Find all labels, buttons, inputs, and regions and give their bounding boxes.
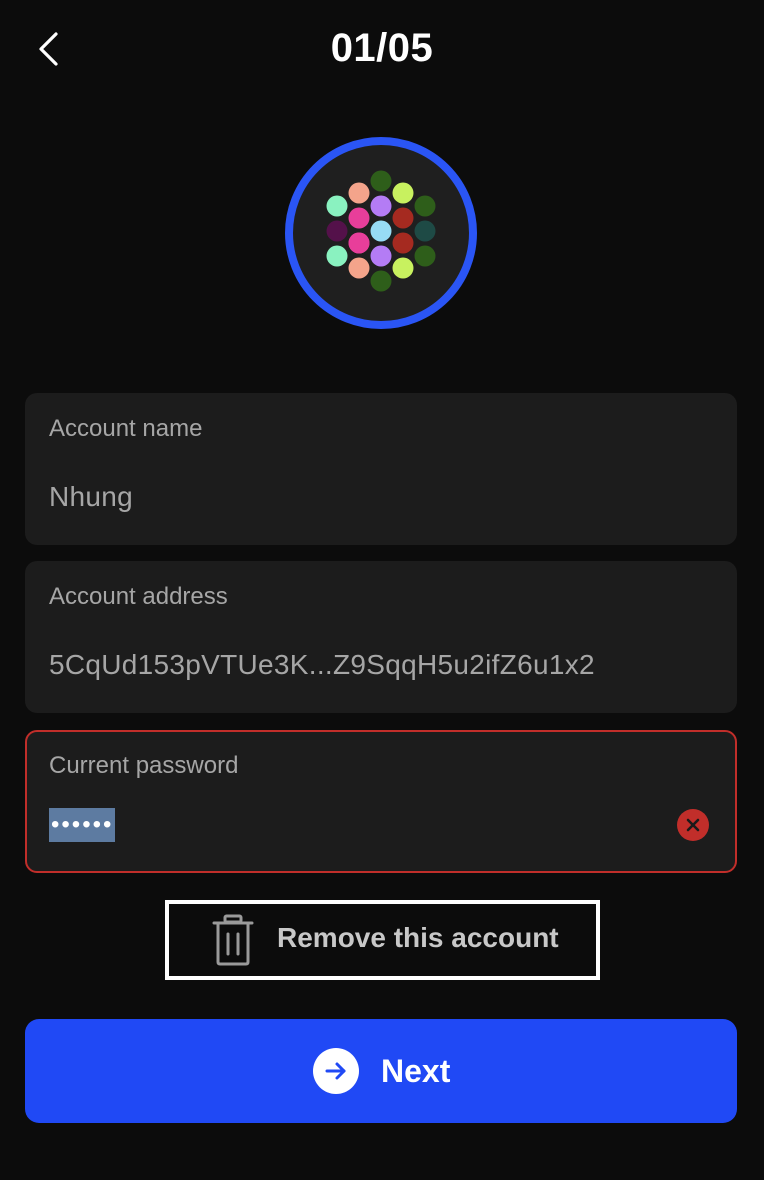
- edit-account-screen: 01/05 Account name Nhung Account address…: [0, 0, 764, 1180]
- identicon-dot: [370, 245, 392, 267]
- remove-account-label: Remove this account: [277, 922, 559, 953]
- identicon-dot: [326, 220, 348, 242]
- current-password-input[interactable]: ••••••: [49, 808, 649, 842]
- next-label: Next: [381, 1053, 451, 1089]
- identicon-dot: [370, 195, 392, 217]
- account-name-label: Account name: [49, 415, 203, 442]
- header: 01/05: [0, 0, 764, 100]
- current-password-field[interactable]: Current password ••••••: [25, 730, 737, 873]
- trash-icon: [212, 914, 254, 966]
- identicon-dot: [370, 170, 392, 192]
- account-name-input[interactable]: Nhung: [49, 481, 133, 513]
- identicon-dot: [392, 232, 414, 254]
- avatar: [285, 137, 477, 329]
- password-selected-text: ••••••: [49, 808, 116, 842]
- identicon-dot: [392, 182, 414, 204]
- page-title: 01/05: [330, 26, 434, 70]
- clear-password-button[interactable]: [677, 809, 709, 841]
- identicon-dot: [392, 207, 414, 229]
- account-address-field: Account address 5CqUd153pVTUe3K...Z9SqqH…: [25, 561, 737, 713]
- identicon-dot: [370, 270, 392, 292]
- current-password-label: Current password: [49, 752, 239, 779]
- close-circle-icon: [686, 818, 700, 832]
- identicon-dot: [414, 245, 436, 267]
- identicon-dot: [414, 195, 436, 217]
- identicon: [326, 170, 436, 292]
- identicon-dot: [348, 207, 370, 229]
- identicon-dot: [326, 245, 348, 267]
- arrow-right-circle-icon: [313, 1048, 359, 1094]
- identicon-dot: [370, 220, 392, 242]
- identicon-dot: [392, 257, 414, 279]
- identicon-dot: [348, 257, 370, 279]
- account-address-label: Account address: [49, 583, 228, 610]
- identicon-dot: [326, 195, 348, 217]
- next-button[interactable]: Next: [25, 1019, 737, 1123]
- identicon-dot: [348, 232, 370, 254]
- account-address-value: 5CqUd153pVTUe3K...Z9SqqH5u2ifZ6u1x2: [49, 649, 595, 680]
- identicon-dot: [348, 182, 370, 204]
- remove-account-button[interactable]: Remove this account: [165, 900, 600, 980]
- account-name-field[interactable]: Account name Nhung: [25, 393, 737, 545]
- identicon-dot: [414, 220, 436, 242]
